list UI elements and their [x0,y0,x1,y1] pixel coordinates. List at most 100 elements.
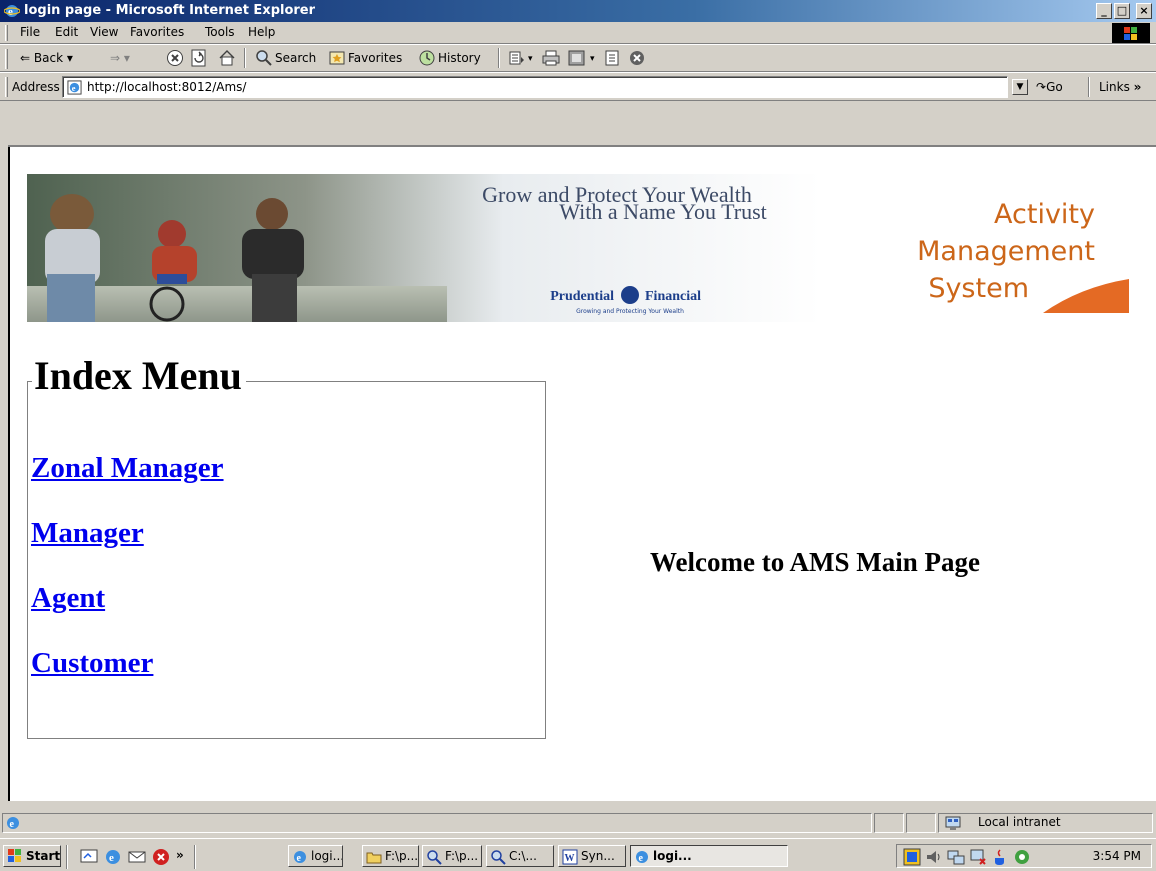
minimize-button[interactable]: _ [1096,3,1112,19]
logo-swoosh-icon [1043,279,1129,313]
status-pane [874,813,904,833]
go-label: Go [1046,80,1063,94]
start-label: Start [26,849,61,863]
status-bar: e Local intranet [0,810,1156,834]
word-icon: W [562,849,578,865]
logo-line-2: Management [917,236,1095,267]
intranet-icon [945,816,961,830]
link-zonal-manager[interactable]: Zonal Manager [31,452,224,485]
svg-text:e: e [72,83,76,93]
stop-icon[interactable] [166,49,184,67]
menu-favorites[interactable]: Favorites [130,25,184,39]
task-label: F:\p... [385,849,419,863]
links-label: Links [1099,80,1130,94]
ams-logo: Activity Management System [880,199,1130,324]
svg-text:e: e [109,852,114,864]
home-icon[interactable] [218,49,236,67]
banner-brand-2: Financial [645,289,701,304]
task-button-search-1[interactable]: F:\p... [422,845,482,867]
address-dropdown-button[interactable]: ▼ [1012,79,1028,95]
favorites-button[interactable]: Favorites [348,51,402,65]
svg-text:e: e [10,819,15,830]
internet-explorer-icon: e [636,851,648,864]
menu-bar: File Edit View Favorites Tools Help [0,22,1156,44]
svg-text:e: e [639,853,644,864]
internet-explorer-icon[interactable]: e [104,848,122,866]
mail-icon[interactable] [508,49,526,67]
close-button[interactable]: × [1136,3,1152,19]
history-button[interactable]: History [438,51,481,65]
antivirus-icon[interactable] [1013,848,1031,866]
back-arrow-icon: ⇐ [20,51,31,65]
links-button[interactable]: Links » [1099,80,1141,94]
chevron-down-icon[interactable]: ▾ [590,54,595,64]
link-customer[interactable]: Customer [31,647,153,680]
prudential-logo-icon [621,286,639,304]
java-icon[interactable] [991,848,1009,866]
window-title: login page - Microsoft Internet Explorer [24,3,316,18]
messenger-icon[interactable] [628,49,646,67]
clock: 3:54 PM [1092,849,1141,863]
banner-image: Grow and Protect Your Wealth With a Name… [27,174,821,322]
title-bar[interactable]: e login page - Microsoft Internet Explor… [0,0,1156,22]
menu-file[interactable]: File [20,25,40,39]
task-button-folder[interactable]: F:\p... [362,845,419,867]
desktop-icon[interactable] [80,848,98,866]
menu-edit[interactable]: Edit [55,25,78,39]
menu-help[interactable]: Help [248,25,275,39]
back-label: Back [33,51,64,65]
logo-line-3: System [928,273,1029,304]
folder-icon [366,852,382,864]
back-button[interactable]: ⇐ Back ▾ [20,51,73,65]
task-button-ie-active[interactable]: e logi... [630,845,788,867]
task-label: C:\... [509,849,537,863]
toolbar-grip[interactable] [5,49,8,69]
discuss-icon[interactable] [604,49,622,67]
address-input[interactable]: e http://localhost:8012/Ams/ [62,76,1008,98]
page-icon: e [67,80,82,95]
security-zone-label: Local intranet [978,815,1061,829]
go-button[interactable]: ↷Go [1036,80,1063,94]
menu-tools[interactable]: Tools [205,25,235,39]
status-text: e [2,813,872,833]
link-agent[interactable]: Agent [31,582,105,615]
edit-icon[interactable] [568,49,586,67]
banner-tagline: Growing and Protecting Your Wealth [576,308,684,315]
maximize-button[interactable]: □ [1114,3,1130,19]
status-pane [906,813,936,833]
search-icon [491,850,506,865]
chevron-down-icon[interactable]: ▾ [528,54,533,64]
chevron-down-icon: ▾ [66,51,73,65]
page-icon: e [7,817,19,830]
task-button-ie-1[interactable]: e logi... [288,845,343,867]
taskbar: Start e » e logi... F:\p... F:\p... C:\.… [0,838,1156,871]
index-menu-title: Index Menu [32,352,246,400]
outlook-icon[interactable] [128,848,146,866]
forward-button[interactable]: ⇒ ▾ [110,51,130,65]
go-arrow-icon: ↷ [1036,80,1047,94]
task-button-word[interactable]: W Syn... [558,845,626,867]
start-button[interactable]: Start [3,845,61,867]
chevron-right-icon[interactable]: » [176,848,184,862]
ime-icon[interactable] [903,848,921,866]
windows-flag-icon [8,849,21,862]
network-icon[interactable] [947,848,965,866]
logo-line-1: Activity [994,199,1095,230]
toolbar-grip[interactable] [5,77,8,97]
svg-text:W: W [565,853,575,864]
search-icon [427,850,442,865]
search-button[interactable]: Search [275,51,316,65]
stop-app-icon[interactable] [152,848,170,866]
volume-icon[interactable] [925,848,943,866]
banner-brand: Prudential [550,289,614,304]
standard-toolbar: ⇐ Back ▾ ⇒ ▾ Search Favorites History ▾ … [0,44,1156,72]
banner-headline-2: With a Name You Trust [559,199,767,224]
link-manager[interactable]: Manager [31,517,144,550]
task-button-search-2[interactable]: C:\... [486,845,554,867]
print-icon[interactable] [542,49,560,67]
refresh-icon[interactable] [190,49,208,67]
menu-view[interactable]: View [90,25,118,39]
toolbar-grip[interactable] [5,25,8,41]
network-disconnected-icon[interactable] [969,848,987,866]
task-label: F:\p... [445,849,479,863]
